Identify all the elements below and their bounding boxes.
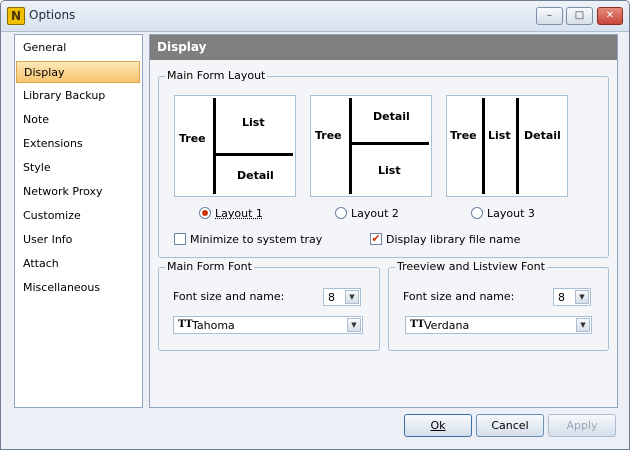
main-form-font-group: Main Form Font Font size and name: 8 ▼ T…	[158, 260, 380, 351]
nav-item-miscellaneous[interactable]: Miscellaneous	[16, 277, 140, 299]
font-size-label: Font size and name:	[173, 290, 285, 303]
tree-list-font-group: Treeview and Listview Font Font size and…	[388, 260, 609, 351]
divider-line	[352, 142, 429, 145]
minimize-to-tray-checkbox[interactable]	[174, 233, 186, 245]
preview-detail-label: Detail	[373, 110, 410, 123]
font-size-value: 8	[328, 291, 335, 304]
layout-2-radio[interactable]	[335, 207, 347, 219]
main-font-size-select[interactable]: 8 ▼	[323, 288, 361, 306]
nav-item-general[interactable]: General	[16, 37, 140, 59]
layout-1-preview[interactable]: Tree List Detail	[174, 95, 296, 197]
tree-font-name-select[interactable]: TT Verdana ▼	[405, 316, 592, 334]
preview-tree-label: Tree	[315, 129, 342, 142]
window-title: Options	[29, 8, 76, 22]
truetype-font-icon: TT	[410, 319, 425, 330]
nav-item-library-backup[interactable]: Library Backup	[16, 85, 140, 107]
display-library-file-name-label[interactable]: Display library file name	[386, 233, 520, 246]
preview-list-label: List	[242, 116, 265, 129]
font-name-value: Tahoma	[192, 319, 235, 332]
app-logo-icon: N	[7, 7, 25, 25]
truetype-font-icon: TT	[178, 319, 193, 330]
nav-item-note[interactable]: Note	[16, 109, 140, 131]
group-label: Main Form Font	[165, 260, 254, 273]
layout-1-radio[interactable]	[199, 207, 211, 219]
display-settings-panel: Display Main Form Layout Tree List Detai…	[149, 34, 618, 408]
options-window: N Options – □ ✕ General Display Library …	[0, 0, 630, 450]
ok-button[interactable]: Ok	[404, 414, 472, 437]
preview-detail-label: Detail	[237, 169, 274, 182]
tree-font-size-select[interactable]: 8 ▼	[553, 288, 591, 306]
preview-list-label: List	[378, 164, 401, 177]
layout-2-preview[interactable]: Tree Detail List	[310, 95, 432, 197]
layout-1-label[interactable]: Layout 1	[215, 207, 263, 220]
apply-button[interactable]: Apply	[548, 414, 616, 437]
nav-item-user-info[interactable]: User Info	[16, 229, 140, 251]
minimize-button[interactable]: –	[536, 7, 563, 25]
nav-item-attach[interactable]: Attach	[16, 253, 140, 275]
title-bar[interactable]: N Options – □ ✕	[1, 1, 629, 32]
close-button[interactable]: ✕	[597, 7, 623, 25]
nav-item-style[interactable]: Style	[16, 157, 140, 179]
layout-3-preview[interactable]: Tree List Detail	[446, 95, 568, 197]
maximize-button[interactable]: □	[566, 7, 593, 25]
nav-item-display[interactable]: Display	[16, 61, 140, 83]
layout-3-radio[interactable]	[471, 207, 483, 219]
divider-line	[482, 98, 485, 194]
options-nav-list: General Display Library Backup Note Exte…	[14, 34, 143, 408]
divider-line	[213, 98, 216, 194]
preview-tree-label: Tree	[179, 132, 206, 145]
layout-3-label[interactable]: Layout 3	[487, 207, 535, 220]
cancel-button[interactable]: Cancel	[476, 414, 544, 437]
main-font-name-select[interactable]: TT Tahoma ▼	[173, 316, 363, 334]
divider-line	[516, 98, 519, 194]
dropdown-arrow-icon[interactable]: ▼	[575, 290, 589, 304]
dropdown-arrow-icon[interactable]: ▼	[576, 318, 590, 332]
dropdown-arrow-icon[interactable]: ▼	[347, 318, 361, 332]
preview-tree-label: Tree	[450, 129, 477, 142]
nav-item-extensions[interactable]: Extensions	[16, 133, 140, 155]
dropdown-arrow-icon[interactable]: ▼	[345, 290, 359, 304]
font-size-value: 8	[558, 291, 565, 304]
main-form-layout-group: Main Form Layout Tree List Detail Tree D…	[158, 69, 609, 258]
preview-list-label: List	[488, 129, 511, 142]
group-label: Main Form Layout	[165, 69, 268, 82]
preview-detail-label: Detail	[524, 129, 561, 142]
display-library-file-name-checkbox[interactable]: ✔	[370, 233, 382, 245]
divider-line	[216, 153, 293, 156]
section-header: Display	[150, 35, 617, 60]
radio-selected-dot	[202, 210, 208, 216]
minimize-to-tray-label[interactable]: Minimize to system tray	[190, 233, 322, 246]
nav-item-network-proxy[interactable]: Network Proxy	[16, 181, 140, 203]
font-size-label: Font size and name:	[403, 290, 515, 303]
divider-line	[349, 98, 352, 194]
nav-item-customize[interactable]: Customize	[16, 205, 140, 227]
font-name-value: Verdana	[424, 319, 470, 332]
layout-2-label[interactable]: Layout 2	[351, 207, 399, 220]
group-label: Treeview and Listview Font	[395, 260, 547, 273]
